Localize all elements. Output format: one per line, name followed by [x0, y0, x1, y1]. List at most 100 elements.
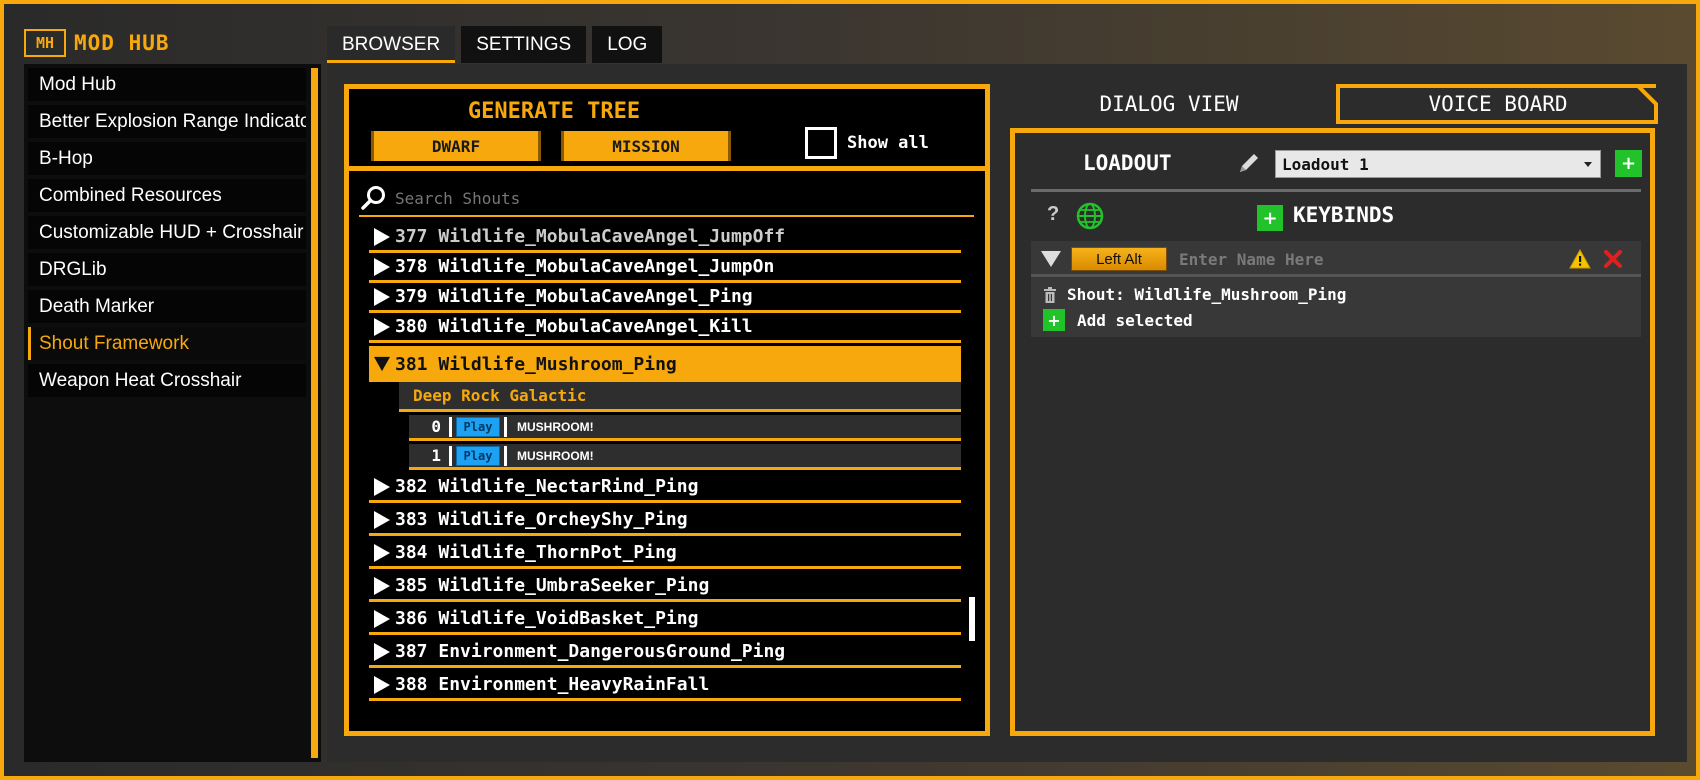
tab-settings[interactable]: SETTINGS: [461, 26, 587, 63]
add-keybind-button[interactable]: +: [1257, 205, 1283, 231]
tab-browser[interactable]: BROWSER: [327, 26, 456, 63]
shout-id: 384: [395, 542, 428, 563]
keybind-header: Left Alt: [1031, 241, 1641, 277]
logo-badge: MH: [24, 29, 66, 57]
help-icon[interactable]: ?: [1047, 203, 1059, 226]
keybind-name-input[interactable]: [1179, 247, 1509, 271]
sidebar-item-shout-framework[interactable]: Shout Framework: [28, 327, 306, 360]
expand-arrow-icon: [369, 543, 395, 562]
voice-group-header[interactable]: Deep Rock Galactic: [399, 382, 961, 412]
tab-voice-board[interactable]: VOICE BOARD: [1336, 84, 1656, 124]
main-tabs: BROWSER SETTINGS LOG: [327, 26, 663, 63]
shout-name: Wildlife_OrcheyShy_Ping: [438, 509, 688, 530]
expand-arrow-icon: [369, 642, 395, 661]
shout-name: Wildlife_MobulaCaveAngel_JumpOff: [438, 226, 786, 247]
tab-log[interactable]: LOG: [592, 26, 663, 63]
sidebar-item-drglib[interactable]: DRGLib: [28, 253, 306, 286]
mod-list: Mod Hub Better Explosion Range Indicator…: [28, 68, 306, 401]
tree-row[interactable]: 386 Wildlife_VoidBasket_Ping: [369, 605, 961, 635]
sidebar-scrollbar[interactable]: [311, 68, 318, 758]
tree-scrollbar-thumb[interactable]: [969, 597, 975, 641]
tree-row[interactable]: 384 Wildlife_ThornPot_Ping: [369, 539, 961, 569]
collapse-arrow-icon[interactable]: [1041, 251, 1061, 267]
expand-arrow-icon: [369, 317, 395, 336]
sidebar-item-weapon-heat[interactable]: Weapon Heat Crosshair: [28, 364, 306, 397]
voice-board-panel: LOADOUT Loadout 1 + ? + KEYBINDS Left Al…: [1010, 128, 1655, 736]
tree-row-expanded[interactable]: 381 Wildlife_Mushroom_Ping: [369, 346, 961, 382]
keybinds-title: KEYBINDS: [1293, 203, 1395, 227]
tree-row[interactable]: 385 Wildlife_UmbraSeeker_Ping: [369, 572, 961, 602]
collapse-arrow-icon: [369, 355, 395, 373]
add-selected-button[interactable]: +: [1043, 309, 1065, 331]
pencil-icon[interactable]: [1237, 151, 1261, 175]
show-all-toggle[interactable]: Show all: [805, 127, 929, 159]
loadout-dropdown[interactable]: Loadout 1: [1275, 150, 1601, 178]
chevron-down-icon: [1584, 162, 1592, 167]
search-bar: [359, 179, 974, 217]
expand-arrow-icon: [369, 675, 395, 694]
sidebar-item-customizable-hud[interactable]: Customizable HUD + Crosshair: [28, 216, 306, 249]
shout-name: Wildlife_VoidBasket_Ping: [438, 608, 699, 629]
shout-name: Environment_HeavyRainFall: [438, 674, 710, 695]
voice-index: 0: [431, 417, 441, 436]
expand-arrow-icon: [369, 576, 395, 595]
close-icon[interactable]: [1603, 249, 1623, 269]
sidebar-item-combined-resources[interactable]: Combined Resources: [28, 179, 306, 212]
expand-arrow-icon: [369, 227, 395, 246]
tree-row[interactable]: 383 Wildlife_OrcheyShy_Ping: [369, 506, 961, 536]
voice-line-row: 0 Play MUSHROOM!: [409, 415, 961, 441]
shout-name: Wildlife_ThornPot_Ping: [438, 542, 677, 563]
search-icon: [361, 186, 385, 210]
tree-row[interactable]: 378 Wildlife_MobulaCaveAngel_JumpOn: [369, 253, 961, 283]
expand-arrow-icon: [369, 609, 395, 628]
sidebar-item-death-marker[interactable]: Death Marker: [28, 290, 306, 323]
add-selected-row[interactable]: + Add selected: [1043, 309, 1193, 331]
add-selected-label: Add selected: [1077, 310, 1193, 330]
sidebar-item-b-hop[interactable]: B-Hop: [28, 142, 306, 175]
tree-row[interactable]: 387 Environment_DangerousGround_Ping: [369, 638, 961, 668]
shout-id: 381: [395, 353, 428, 375]
dwarf-button[interactable]: DWARF: [371, 131, 541, 161]
tree-row[interactable]: 382 Wildlife_NectarRind_Ping: [369, 473, 961, 503]
search-input[interactable]: [395, 185, 955, 211]
sidebar-item-mod-hub[interactable]: Mod Hub: [28, 68, 306, 101]
show-all-checkbox[interactable]: [805, 127, 837, 159]
keybind-shout-entry: Shout: Wildlife_Mushroom_Ping: [1043, 285, 1346, 304]
tab-dialog-view[interactable]: DIALOG VIEW: [1014, 84, 1324, 124]
voice-index: 1: [431, 446, 441, 465]
shout-name: Wildlife_MobulaCaveAngel_JumpOn: [438, 256, 775, 277]
trash-icon[interactable]: [1043, 286, 1057, 303]
tab-corner-decoration: [1632, 84, 1658, 124]
tree-row[interactable]: 379 Wildlife_MobulaCaveAngel_Ping: [369, 283, 961, 313]
voice-line-row: 1 Play MUSHROOM!: [409, 444, 961, 470]
generate-tree-title: GENERATE TREE: [467, 99, 641, 124]
app-title: MOD HUB: [74, 31, 170, 55]
loadout-label: LOADOUT: [1083, 151, 1172, 175]
mod-sidebar: Mod Hub Better Explosion Range Indicator…: [24, 64, 321, 762]
voice-line-text: MUSHROOM!: [517, 419, 594, 434]
tree-row[interactable]: 388 Environment_HeavyRainFall: [369, 671, 961, 701]
play-button[interactable]: Play: [456, 445, 500, 466]
tree-row[interactable]: 377 Wildlife_MobulaCaveAngel_JumpOff: [369, 223, 961, 253]
expand-arrow-icon: [369, 477, 395, 496]
add-loadout-button[interactable]: +: [1615, 150, 1642, 177]
shout-id: 385: [395, 575, 428, 596]
keybind-shout-text: Shout: Wildlife_Mushroom_Ping: [1067, 285, 1347, 304]
shout-id: 383: [395, 509, 428, 530]
expand-arrow-icon: [369, 257, 395, 276]
keybind-key-button[interactable]: Left Alt: [1071, 247, 1167, 271]
tree-row[interactable]: 380 Wildlife_MobulaCaveAngel_Kill: [369, 313, 961, 343]
play-button[interactable]: Play: [456, 416, 500, 437]
shout-id: 380: [395, 316, 428, 337]
shout-id: 377: [395, 226, 428, 247]
shout-id: 387: [395, 641, 428, 662]
globe-icon[interactable]: [1075, 201, 1105, 231]
sidebar-item-better-explosion[interactable]: Better Explosion Range Indicator: [28, 105, 306, 138]
shout-name: Wildlife_Mushroom_Ping: [438, 353, 677, 375]
separator: [504, 416, 507, 437]
app-logo: MH MOD HUB: [24, 29, 170, 57]
voice-line-text: MUSHROOM!: [517, 448, 594, 463]
mission-button[interactable]: MISSION: [561, 131, 731, 161]
shout-id: 382: [395, 476, 428, 497]
separator: [449, 416, 452, 437]
